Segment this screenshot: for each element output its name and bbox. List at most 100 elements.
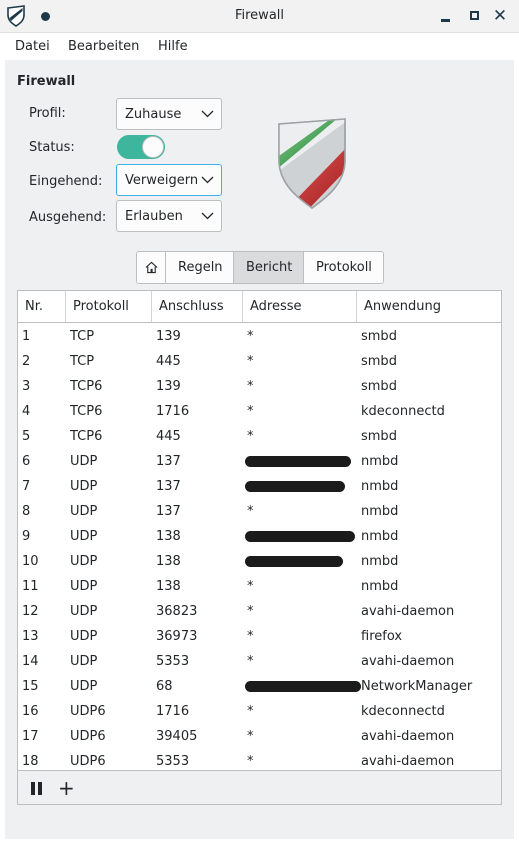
table-header: Nr. Protokoll Anschluss Adresse Anwendun… — [18, 291, 501, 323]
chevron-down-icon — [201, 176, 214, 184]
cell-anschluss: 1716 — [156, 404, 190, 419]
cell-anwendung: nmbd — [361, 504, 399, 519]
cell-anschluss: 36823 — [156, 604, 198, 619]
cell-protokoll: UDP — [70, 579, 98, 594]
cell-nr: 4 — [22, 404, 31, 419]
redacted-address — [245, 681, 361, 692]
cell-anwendung: firefox — [361, 629, 403, 644]
table-row[interactable]: 12 UDP 36823 * avahi-daemon — [18, 599, 501, 624]
cell-protokoll: UDP — [70, 629, 98, 644]
tab-regeln[interactable]: Regeln — [166, 252, 234, 283]
table-row[interactable]: 7 UDP 137 nmbd — [18, 474, 501, 499]
cell-adresse: * — [247, 729, 254, 744]
cell-anwendung: kdeconnectd — [361, 704, 445, 719]
outgoing-label: Ausgehend: — [29, 210, 107, 225]
table-row[interactable]: 4 TCP6 1716 * kdeconnectd — [18, 399, 501, 424]
cell-adresse: * — [247, 354, 254, 369]
table-row[interactable]: 10 UDP 138 nmbd — [18, 549, 501, 574]
table-row[interactable]: 5 TCP6 445 * smbd — [18, 424, 501, 449]
cell-protokoll: UDP — [70, 529, 98, 544]
cell-protokoll: TCP6 — [70, 404, 103, 419]
cell-anschluss: 138 — [156, 529, 181, 544]
cell-protokoll: UDP — [70, 679, 98, 694]
incoming-combo[interactable]: Verweigern — [116, 164, 222, 196]
title-bar[interactable]: Firewall ✕ — [0, 0, 519, 33]
incoming-label: Eingehend: — [29, 174, 103, 189]
cell-anschluss: 137 — [156, 504, 181, 519]
status-toggle[interactable] — [117, 135, 165, 159]
chevron-down-icon — [201, 212, 214, 220]
cell-anwendung: avahi-daemon — [361, 729, 455, 744]
table-row[interactable]: 16 UDP6 1716 * kdeconnectd — [18, 699, 501, 724]
table-row[interactable]: 1 TCP 139 * smbd — [18, 324, 501, 349]
table-row[interactable]: 2 TCP 445 * smbd — [18, 349, 501, 374]
status-label: Status: — [29, 140, 75, 155]
report-table[interactable]: Nr. Protokoll Anschluss Adresse Anwendun… — [17, 290, 502, 805]
cell-anwendung: nmbd — [361, 579, 399, 594]
cell-anwendung: avahi-daemon — [361, 654, 455, 669]
cell-anschluss: 5353 — [156, 654, 190, 669]
profile-combo[interactable]: Zuhause — [116, 98, 222, 130]
cell-protokoll: UDP — [70, 479, 98, 494]
cell-nr: 8 — [22, 504, 31, 519]
cell-adresse: * — [247, 579, 254, 594]
cell-anschluss: 137 — [156, 454, 181, 469]
table-row[interactable]: 9 UDP 138 nmbd — [18, 524, 501, 549]
cell-protokoll: UDP — [70, 654, 98, 669]
redacted-address — [245, 481, 345, 492]
menu-datei[interactable]: Datei — [15, 39, 50, 54]
home-icon — [145, 261, 158, 274]
plus-icon[interactable]: + — [58, 777, 75, 799]
cell-protokoll: TCP — [70, 354, 95, 369]
cell-nr: 10 — [22, 554, 39, 569]
table-row[interactable]: 8 UDP 137 * nmbd — [18, 499, 501, 524]
table-row[interactable]: 6 UDP 137 nmbd — [18, 449, 501, 474]
outgoing-combo[interactable]: Erlauben — [116, 200, 222, 232]
redacted-address — [245, 456, 351, 467]
cell-nr: 6 — [22, 454, 31, 469]
table-row[interactable]: 15 UDP 68 NetworkManager — [18, 674, 501, 699]
cell-protokoll: UDP — [70, 604, 98, 619]
cell-anschluss: 138 — [156, 579, 181, 594]
view-tabs: Regeln Bericht Protokoll — [136, 251, 384, 284]
redacted-address — [245, 531, 355, 542]
maximize-button[interactable] — [465, 6, 485, 26]
pause-icon[interactable] — [30, 782, 44, 795]
tab-protokoll[interactable]: Protokoll — [304, 252, 383, 283]
cell-adresse: * — [247, 504, 254, 519]
cell-adresse: * — [247, 704, 254, 719]
table-row[interactable]: 14 UDP 5353 * avahi-daemon — [18, 649, 501, 674]
cell-protokoll: UDP — [70, 454, 98, 469]
cell-anschluss: 445 — [156, 429, 181, 444]
cell-protokoll: TCP6 — [70, 429, 103, 444]
menu-hilfe[interactable]: Hilfe — [158, 39, 188, 54]
tab-bericht[interactable]: Bericht — [234, 252, 304, 283]
cell-nr: 14 — [22, 654, 39, 669]
cell-adresse: * — [247, 379, 254, 394]
cell-protokoll: UDP6 — [70, 704, 106, 719]
column-header-anschluss[interactable]: Anschluss — [152, 291, 243, 322]
cell-adresse: * — [247, 329, 254, 344]
table-row[interactable]: 3 TCP6 139 * smbd — [18, 374, 501, 399]
tab-home[interactable] — [137, 252, 166, 283]
cell-anschluss: 139 — [156, 329, 181, 344]
close-button[interactable]: ✕ — [490, 6, 510, 26]
column-header-protokoll[interactable]: Protokoll — [66, 291, 152, 322]
incoming-value: Verweigern — [125, 173, 199, 188]
cell-anwendung: NetworkManager — [361, 679, 473, 694]
minimize-button[interactable] — [436, 6, 456, 26]
firewall-shield-logo — [278, 118, 346, 209]
column-header-nr[interactable]: Nr. — [18, 291, 66, 322]
cell-adresse: * — [247, 429, 254, 444]
table-row[interactable]: 13 UDP 36973 * firefox — [18, 624, 501, 649]
column-header-adresse[interactable]: Adresse — [243, 291, 357, 322]
menu-bearbeiten[interactable]: Bearbeiten — [68, 39, 139, 54]
cell-nr: 13 — [22, 629, 39, 644]
column-header-anwendung[interactable]: Anwendung — [357, 291, 501, 322]
table-row[interactable]: 17 UDP6 39405 * avahi-daemon — [18, 724, 501, 749]
table-row[interactable]: 11 UDP 138 * nmbd — [18, 574, 501, 599]
cell-anwendung: nmbd — [361, 479, 399, 494]
group-title: Firewall — [17, 74, 76, 89]
cell-adresse: * — [247, 654, 254, 669]
chevron-down-icon — [201, 110, 214, 118]
